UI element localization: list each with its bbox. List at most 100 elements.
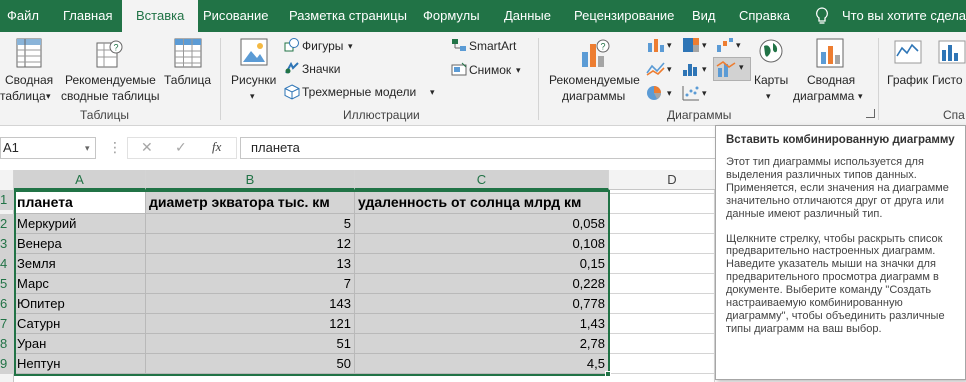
select-all-corner[interactable] [0,170,14,190]
empty-cells[interactable] [609,190,715,382]
pivot-chart-icon[interactable] [816,38,844,71]
pivot-table-label-1[interactable]: Сводная [5,72,53,88]
svg-text:?: ? [601,42,606,52]
row-header[interactable]: 3 [0,234,14,254]
tab-data[interactable]: Данные [504,0,551,32]
tab-page-layout[interactable]: Разметка страницы [289,0,407,32]
statistic-chart-dropdown-icon[interactable]: ▾ [702,64,707,75]
hierarchy-chart-icon[interactable] [682,37,700,56]
hierarchy-chart-dropdown-icon[interactable]: ▾ [702,40,707,51]
tooltip-paragraph: Этот тип диаграммы используется для выде… [726,156,949,220]
name-box-value: A1 [3,140,19,155]
group-separator [878,38,879,120]
svg-text:?: ? [114,43,119,53]
pictures-icon[interactable] [240,38,268,69]
tab-formulas[interactable]: Формулы [423,0,480,32]
3d-models-icon[interactable] [284,84,300,103]
recommended-charts-label-2[interactable]: диаграммы [562,88,625,104]
column-header-b[interactable]: B [146,170,355,190]
tab-draw[interactable]: Рисование [203,0,268,32]
row-header[interactable]: 7 [0,314,14,334]
table-label[interactable]: Таблица [164,72,211,88]
charts-dialog-launcher-icon[interactable] [866,109,875,118]
smartart-label[interactable]: SmartArt [469,38,516,54]
row-header[interactable]: 5 [0,274,14,294]
pivot-chart-label-1[interactable]: Сводная [807,72,855,88]
recommended-charts-icon[interactable]: ? [580,38,610,71]
confirm-entry-icon[interactable]: ✓ [175,139,187,156]
shapes-dropdown-icon[interactable]: ▾ [348,38,353,54]
icons-label[interactable]: Значки [302,61,341,77]
recommended-charts-label-1[interactable]: Рекомендуемые [549,72,640,88]
ribbon-insert-panel: Сводная таблица ▾ ? Рекомендуемые сводны… [0,32,966,126]
combo-chart-icon [716,61,736,77]
column-chart-icon[interactable] [646,37,666,56]
sparkline-line-label[interactable]: График [887,72,928,88]
smartart-icon[interactable] [451,38,467,55]
column-chart-dropdown-icon[interactable]: ▾ [667,40,672,51]
ribbon-tab-bar: Файл Главная Вставка Рисование Разметка … [0,0,966,32]
tab-review[interactable]: Рецензирование [574,0,674,32]
pivot-chart-label-2[interactable]: диаграмма [793,88,854,104]
scatter-chart-dropdown-icon[interactable]: ▾ [702,88,707,99]
pivot-table-label-2[interactable]: таблица [0,88,46,104]
row-header[interactable]: 4 [0,254,14,274]
maps-label[interactable]: Карты [754,72,788,88]
tab-insert[interactable]: Вставка [122,0,199,32]
sparkline-column-icon[interactable] [938,40,966,67]
screenshot-label[interactable]: Снимок [469,62,511,78]
row-header[interactable]: 9 [0,354,14,374]
sparkline-column-label[interactable]: Гисто [932,72,963,88]
maps-dropdown-icon[interactable]: ▾ [766,88,771,104]
fill-handle[interactable] [605,371,611,377]
pivot-chart-dropdown-icon[interactable]: ▾ [858,88,863,104]
line-chart-icon[interactable] [646,61,666,80]
row-header[interactable]: 6 [0,294,14,314]
tab-view[interactable]: Вид [692,0,716,32]
recommended-pivot-icon[interactable]: ? [96,38,124,71]
tab-home[interactable]: Главная [63,0,112,32]
formula-buttons: ✕ ✓ fx [127,137,237,159]
3d-models-label[interactable]: Трехмерные модели [302,84,416,100]
combo-chart-button[interactable]: ▾ [713,57,751,81]
name-box-dropdown-icon[interactable]: ▾ [85,138,90,158]
screenshot-icon[interactable] [451,62,467,79]
waterfall-chart-icon[interactable] [716,37,734,56]
shapes-icon[interactable] [284,38,300,55]
formula-bar-dots-icon[interactable]: ⋮ [108,139,122,156]
line-chart-dropdown-icon[interactable]: ▾ [667,64,672,75]
table-icon[interactable] [174,38,202,71]
selection-border [14,190,610,376]
row-header[interactable]: 2 [0,214,14,234]
pivot-table-dropdown-icon[interactable]: ▾ [46,88,51,104]
pivot-table-icon[interactable] [16,38,42,71]
column-header-a[interactable]: A [14,170,146,190]
pie-chart-icon[interactable] [646,85,664,104]
row-header[interactable]: 1 [0,190,14,210]
pictures-label[interactable]: Рисунки [231,72,276,88]
maps-icon[interactable] [758,38,784,69]
insert-function-icon[interactable]: fx [212,139,221,155]
tell-me-search[interactable]: Что вы хотите сделать? [842,0,966,32]
pictures-dropdown-icon[interactable]: ▾ [250,88,255,104]
tab-file[interactable]: Файл [7,0,39,32]
name-box[interactable]: A1 ▾ [0,137,96,159]
icons-icon[interactable] [284,61,300,78]
group-label-tables: Таблицы [80,108,130,122]
screenshot-dropdown-icon[interactable]: ▾ [516,62,521,78]
recommended-pivot-label-1[interactable]: Рекомендуемые [65,72,156,88]
scatter-chart-icon[interactable] [682,85,700,104]
tab-help[interactable]: Справка [739,0,790,32]
sparkline-line-icon[interactable] [894,40,922,67]
row-header[interactable]: 8 [0,334,14,354]
recommended-pivot-label-2[interactable]: сводные таблицы [61,88,159,104]
statistic-chart-icon[interactable] [682,61,700,80]
shapes-label[interactable]: Фигуры [302,38,343,54]
illustrations-more-icon[interactable]: ▾ [430,84,435,100]
combo-chart-tooltip: Вставить комбинированную диаграмму Этот … [715,125,966,380]
waterfall-chart-dropdown-icon[interactable]: ▾ [736,40,741,51]
pie-chart-dropdown-icon[interactable]: ▾ [667,88,672,99]
column-header-c[interactable]: C [355,170,609,190]
combo-chart-dropdown-icon: ▾ [739,62,744,72]
cancel-entry-icon[interactable]: ✕ [141,139,153,156]
